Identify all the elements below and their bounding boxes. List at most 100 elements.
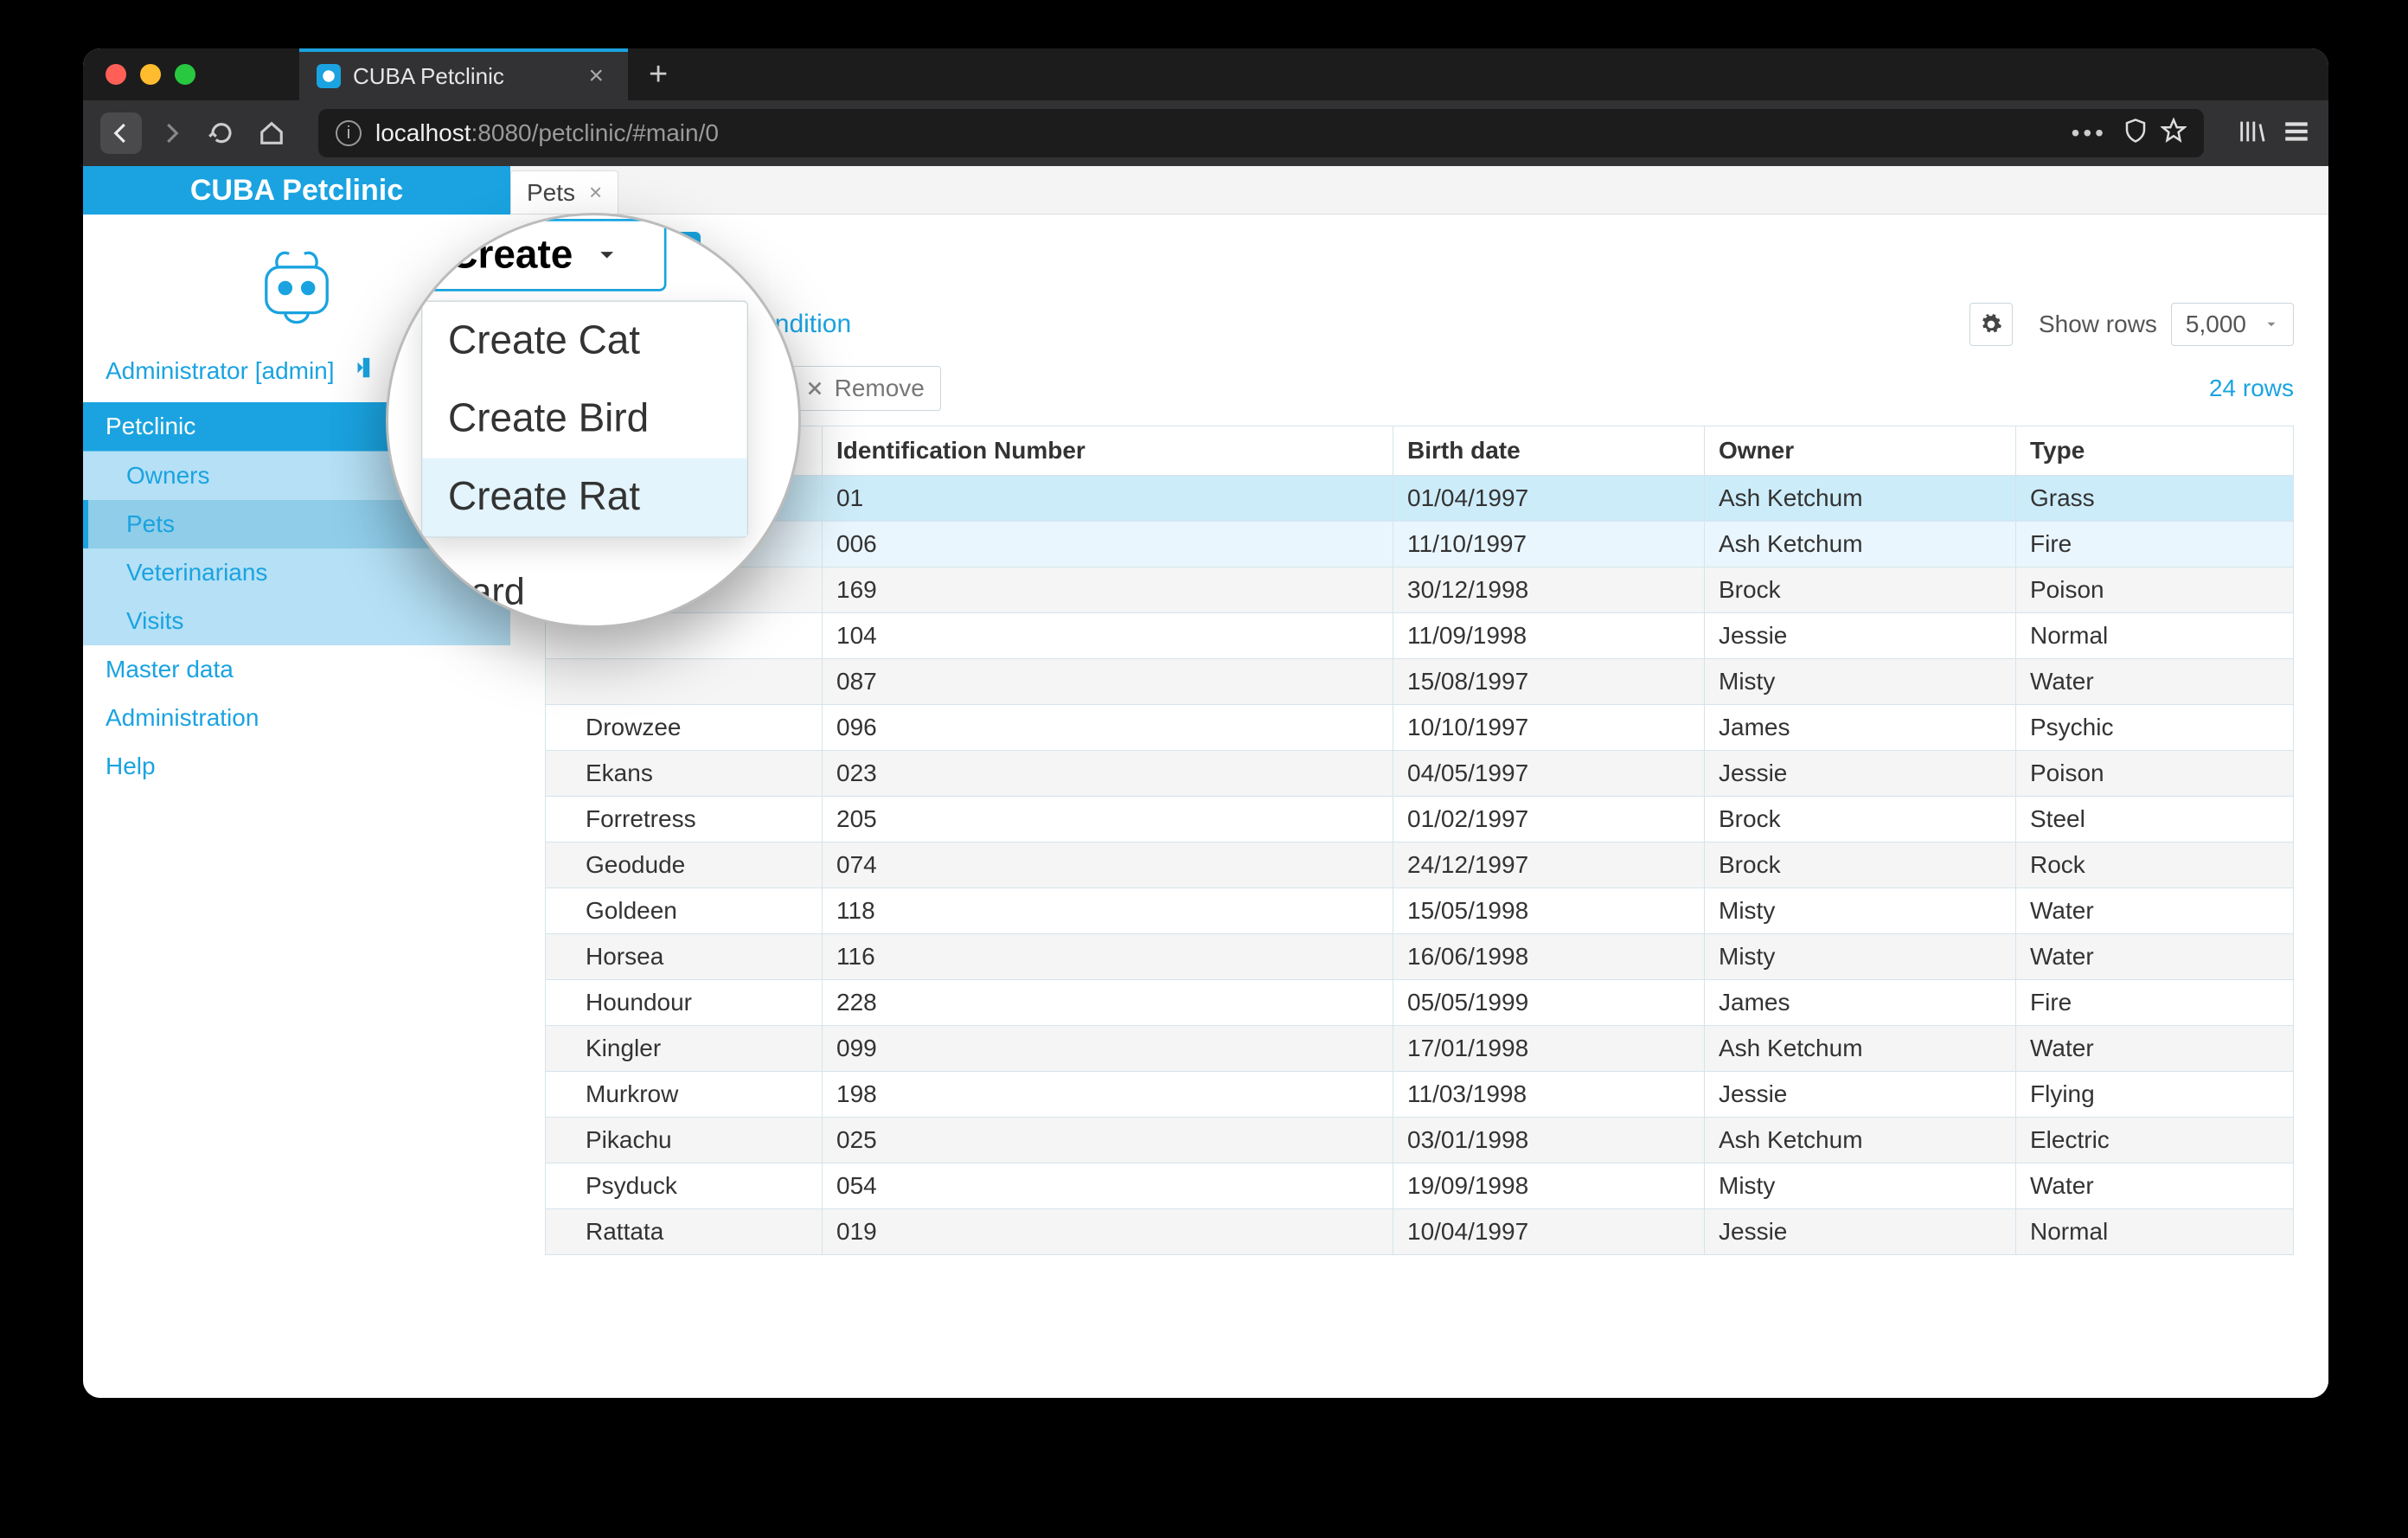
cell-id: 054 <box>823 1163 1393 1209</box>
sidebar-item-help[interactable]: Help <box>83 742 510 791</box>
cell-owner: Brock <box>1705 843 2016 888</box>
library-icon[interactable] <box>2237 117 2266 151</box>
table-settings-button[interactable] <box>1969 303 2013 346</box>
tab-pets[interactable]: Pets × <box>510 170 618 214</box>
browser-right-buttons <box>2230 117 2311 151</box>
minimize-window-icon[interactable] <box>140 64 161 85</box>
cell-id: 074 <box>823 843 1393 888</box>
maximize-window-icon[interactable] <box>175 64 195 85</box>
table-row[interactable]: Murkrow19811/03/1998JessieFlying <box>546 1072 2294 1118</box>
show-rows-select[interactable]: 5,000 <box>2171 303 2294 346</box>
remove-label: Remove <box>835 375 925 402</box>
create-option-create-bird[interactable]: Create Bird <box>422 380 746 458</box>
cell-type: Poison <box>2016 751 2294 797</box>
cell-owner: Misty <box>1705 1163 2016 1209</box>
cell-owner: Misty <box>1705 934 2016 980</box>
table-row[interactable]: Kingler09917/01/1998Ash KetchumWater <box>546 1026 2294 1072</box>
sidebar-item-administration[interactable]: Administration <box>83 694 510 742</box>
table-row[interactable]: Horsea11616/06/1998MistyWater <box>546 934 2294 980</box>
cell-name: Rattata <box>546 1209 823 1255</box>
table-row[interactable]: 16930/12/1998BrockPoison <box>546 567 2294 613</box>
cell-name: Pikachu <box>546 1118 823 1163</box>
table-row[interactable]: Goldeen11815/05/1998MistyWater <box>546 888 2294 934</box>
cell-owner: Ash Ketchum <box>1705 1118 2016 1163</box>
cell-id: 096 <box>823 705 1393 751</box>
pets-table: NameIdentification NumberBirth dateOwner… <box>545 426 2294 1255</box>
urlbar: i localhost:8080/petclinic/#main/0 ••• <box>83 100 2328 166</box>
table-row[interactable]: 08715/08/1997MistyWater <box>546 659 2294 705</box>
magnifier-lens: Create Create CatCreate BirdCreate Rat C… <box>386 213 801 628</box>
col-type[interactable]: Type <box>2016 426 2294 476</box>
col-owner[interactable]: Owner <box>1705 426 2016 476</box>
cell-birth: 01/02/1997 <box>1393 797 1705 843</box>
table-row[interactable]: Drowzee09610/10/1997JamesPsychic <box>546 705 2294 751</box>
table-row[interactable]: Pikachu02503/01/1998Ash KetchumElectric <box>546 1118 2294 1163</box>
nav-reload-button[interactable] <box>201 112 242 154</box>
table-row[interactable]: 10411/09/1998JessieNormal <box>546 613 2294 659</box>
sidebar-item-master-data[interactable]: Master data <box>83 645 510 694</box>
nav-forward-button[interactable] <box>150 112 192 154</box>
create-button-zoom[interactable]: Create <box>421 219 667 292</box>
url-field[interactable]: i localhost:8080/petclinic/#main/0 ••• <box>318 109 2204 157</box>
table-row[interactable]: Psyduck05419/09/1998MistyWater <box>546 1163 2294 1209</box>
create-option-create-rat[interactable]: Create Rat <box>422 458 746 536</box>
cell-id: 006 <box>823 522 1393 567</box>
logout-icon[interactable] <box>347 355 373 387</box>
cell-type: Rock <box>2016 843 2294 888</box>
cell-type: Fire <box>2016 522 2294 567</box>
cell-id: 025 <box>823 1118 1393 1163</box>
page-actions-icon[interactable]: ••• <box>2072 119 2107 147</box>
cell-type: Water <box>2016 1026 2294 1072</box>
titlebar: CUBA Petclinic × + <box>83 48 2328 100</box>
close-tab-icon[interactable]: × <box>589 179 602 206</box>
cell-name: Ekans <box>546 751 823 797</box>
cell-type: Fire <box>2016 980 2294 1026</box>
cell-birth: 19/09/1998 <box>1393 1163 1705 1209</box>
url-host: localhost <box>375 119 471 147</box>
cell-birth: 15/08/1997 <box>1393 659 1705 705</box>
cell-name <box>546 659 823 705</box>
table-row[interactable]: 00611/10/1997Ash KetchumFire <box>546 522 2294 567</box>
cell-birth: 24/12/1997 <box>1393 843 1705 888</box>
cell-owner: Jessie <box>1705 1209 2016 1255</box>
table-row[interactable]: Houndour22805/05/1999JamesFire <box>546 980 2294 1026</box>
tracking-shield-icon[interactable] <box>2123 118 2149 150</box>
close-window-icon[interactable] <box>106 64 126 85</box>
user-label: Administrator [admin] <box>106 357 335 385</box>
cell-name: Geodude <box>546 843 823 888</box>
cell-birth: 11/03/1998 <box>1393 1072 1705 1118</box>
menu-icon[interactable] <box>2282 117 2311 151</box>
table-row[interactable]: Ekans02304/05/1997JessiePoison <box>546 751 2294 797</box>
cell-id: 198 <box>823 1072 1393 1118</box>
close-tab-icon[interactable]: × <box>581 63 611 89</box>
table-row[interactable]: Geodude07424/12/1997BrockRock <box>546 843 2294 888</box>
nav-back-button[interactable] <box>100 112 142 154</box>
new-tab-button[interactable]: + <box>628 56 688 93</box>
cell-id: 099 <box>823 1026 1393 1072</box>
table-row[interactable]: Forretress20501/02/1997BrockSteel <box>546 797 2294 843</box>
cell-owner: Brock <box>1705 567 2016 613</box>
mag-row: Charizard <box>386 559 801 625</box>
cell-name: Houndour <box>546 980 823 1026</box>
cell-name: Kingler <box>546 1026 823 1072</box>
show-rows: Show rows 5,000 <box>2039 303 2294 346</box>
cell-type: Water <box>2016 888 2294 934</box>
remove-button[interactable]: Remove <box>789 366 941 411</box>
col-birth-date[interactable]: Birth date <box>1393 426 1705 476</box>
table-row[interactable]: Rattata01910/04/1997JessieNormal <box>546 1209 2294 1255</box>
cell-owner: Jessie <box>1705 751 2016 797</box>
cell-birth: 10/10/1997 <box>1393 705 1705 751</box>
col-identification-number[interactable]: Identification Number <box>823 426 1393 476</box>
nav-home-button[interactable] <box>251 112 292 154</box>
url-path: /petclinic/#main/0 <box>532 119 719 147</box>
chevron-down-icon <box>2264 317 2279 332</box>
rows-count[interactable]: 24 rows <box>2209 375 2294 402</box>
table-row[interactable]: 0101/04/1997Ash KetchumGrass <box>546 476 2294 522</box>
site-info-icon[interactable]: i <box>336 120 362 146</box>
create-option-create-cat[interactable]: Create Cat <box>422 302 746 380</box>
filter-row: Add search condition Show rows 5,000 <box>545 303 2294 346</box>
browser-tab[interactable]: CUBA Petclinic × <box>299 48 628 100</box>
cell-owner: Ash Ketchum <box>1705 522 2016 567</box>
cell-type: Normal <box>2016 613 2294 659</box>
bookmark-star-icon[interactable] <box>2161 118 2187 150</box>
